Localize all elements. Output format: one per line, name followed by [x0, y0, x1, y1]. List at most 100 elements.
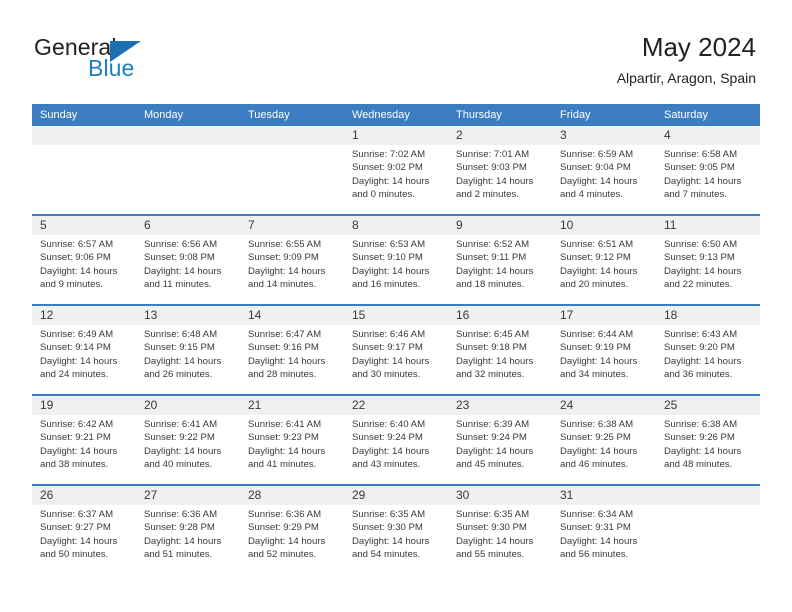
daylight-duration-line1: Daylight: 14 hours: [560, 535, 638, 547]
calendar-day-cell[interactable]: 11 Sunrise: 6:50 AM Sunset: 9:13 PM Dayligh…: [656, 214, 760, 305]
calendar-day-cell[interactable]: 10 Sunrise: 6:51 AM Sunset: 9:12 PM Dayligh…: [552, 214, 656, 305]
daylight-duration-line1: Daylight: 14 hours: [352, 175, 430, 187]
day-cell-inner: [656, 486, 760, 574]
day-cell-inner: 4 Sunrise: 6:58 AM Sunset: 9:05 PM Daylight…: [656, 126, 760, 214]
day-cell-inner: 2 Sunrise: 7:01 AM Sunset: 9:03 PM Daylight…: [448, 126, 552, 214]
sunrise-time: Sunrise: 6:36 AM: [248, 509, 322, 520]
sunrise-time: Sunrise: 6:34 AM: [560, 509, 634, 520]
calendar-day-cell[interactable]: 14 Sunrise: 6:47 AM Sunset: 9:16 PM Dayligh…: [240, 304, 344, 395]
calendar-day-cell[interactable]: 17 Sunrise: 6:44 AM Sunset: 9:19 PM Dayligh…: [552, 304, 656, 395]
daylight-duration-line2: and 55 minutes.: [456, 549, 525, 561]
day-number: 13: [144, 308, 158, 322]
sunset-time: Sunset: 9:25 PM: [560, 432, 631, 444]
day-sun-info: Sunrise: 6:52 AM Sunset: 9:11 PM Daylight:…: [456, 238, 548, 292]
general-blue-logo[interactable]: General Blue: [34, 34, 204, 86]
sunrise-time: Sunrise: 6:46 AM: [352, 329, 426, 340]
day-sun-info: Sunrise: 7:02 AM Sunset: 9:02 PM Daylight:…: [352, 148, 444, 202]
calendar-day-cell[interactable]: 30 Sunrise: 6:35 AM Sunset: 9:30 PM Dayligh…: [448, 484, 552, 574]
day-number: 19: [40, 398, 54, 412]
sunset-time: Sunset: 9:28 PM: [144, 522, 215, 534]
daylight-duration-line1: Daylight: 14 hours: [40, 355, 118, 367]
day-number-band: [240, 216, 344, 235]
calendar-day-cell[interactable]: 20 Sunrise: 6:41 AM Sunset: 9:22 PM Dayligh…: [136, 394, 240, 485]
calendar-day-cell[interactable]: 23 Sunrise: 6:39 AM Sunset: 9:24 PM Dayligh…: [448, 394, 552, 485]
day-sun-info: Sunrise: 6:36 AM Sunset: 9:29 PM Daylight:…: [248, 508, 340, 562]
sunset-time: Sunset: 9:04 PM: [560, 162, 631, 174]
sunset-time: Sunset: 9:12 PM: [560, 252, 631, 264]
calendar-page: General Blue May 2024 Alpartir, Aragon, …: [0, 0, 792, 612]
calendar-day-cell[interactable]: 5 Sunrise: 6:57 AM Sunset: 9:06 PM Daylight…: [32, 214, 136, 305]
calendar-day-cell[interactable]: 15 Sunrise: 6:46 AM Sunset: 9:17 PM Dayligh…: [344, 304, 448, 395]
location-subtitle: Alpartir, Aragon, Spain: [616, 70, 756, 86]
day-number: 20: [144, 398, 158, 412]
daylight-duration-line1: Daylight: 14 hours: [352, 445, 430, 457]
calendar-day-cell[interactable]: 9 Sunrise: 6:52 AM Sunset: 9:11 PM Daylight…: [448, 214, 552, 305]
calendar-day-cell[interactable]: 12 Sunrise: 6:49 AM Sunset: 9:14 PM Dayligh…: [32, 304, 136, 395]
calendar-day-cell[interactable]: 27 Sunrise: 6:36 AM Sunset: 9:28 PM Dayligh…: [136, 484, 240, 574]
day-sun-info: Sunrise: 6:36 AM Sunset: 9:28 PM Daylight:…: [144, 508, 236, 562]
day-sun-info: Sunrise: 6:48 AM Sunset: 9:15 PM Daylight:…: [144, 328, 236, 382]
calendar-day-cell[interactable]: 18 Sunrise: 6:43 AM Sunset: 9:20 PM Dayligh…: [656, 304, 760, 395]
daylight-duration-line2: and 4 minutes.: [560, 189, 623, 201]
calendar-day-cell[interactable]: 22 Sunrise: 6:40 AM Sunset: 9:24 PM Dayligh…: [344, 394, 448, 485]
daylight-duration-line2: and 26 minutes.: [144, 369, 213, 381]
daylight-duration-line1: Daylight: 14 hours: [144, 355, 222, 367]
calendar-day-cell-empty: [32, 126, 136, 215]
sunrise-time: Sunrise: 7:01 AM: [456, 149, 530, 160]
calendar-day-cell[interactable]: 13 Sunrise: 6:48 AM Sunset: 9:15 PM Dayligh…: [136, 304, 240, 395]
calendar-day-cell[interactable]: 6 Sunrise: 6:56 AM Sunset: 9:08 PM Daylight…: [136, 214, 240, 305]
day-number: 30: [456, 488, 470, 502]
day-cell-inner: 24 Sunrise: 6:38 AM Sunset: 9:25 PM Dayligh…: [552, 396, 656, 484]
sunset-time: Sunset: 9:09 PM: [248, 252, 319, 264]
calendar-day-cell[interactable]: 3 Sunrise: 6:59 AM Sunset: 9:04 PM Daylight…: [552, 126, 656, 215]
daylight-duration-line2: and 48 minutes.: [664, 459, 733, 471]
day-sun-info: Sunrise: 6:58 AM Sunset: 9:05 PM Daylight:…: [664, 148, 756, 202]
day-number: 22: [352, 398, 366, 412]
day-cell-inner: 23 Sunrise: 6:39 AM Sunset: 9:24 PM Dayligh…: [448, 396, 552, 484]
day-cell-inner: 22 Sunrise: 6:40 AM Sunset: 9:24 PM Dayligh…: [344, 396, 448, 484]
sunrise-time: Sunrise: 6:43 AM: [664, 329, 738, 340]
day-number: 17: [560, 308, 574, 322]
calendar-day-cell[interactable]: 2 Sunrise: 7:01 AM Sunset: 9:03 PM Daylight…: [448, 126, 552, 215]
day-sun-info: Sunrise: 6:38 AM Sunset: 9:25 PM Daylight:…: [560, 418, 652, 472]
calendar-day-cell[interactable]: 26 Sunrise: 6:37 AM Sunset: 9:27 PM Dayligh…: [32, 484, 136, 574]
calendar-day-cell[interactable]: 7 Sunrise: 6:55 AM Sunset: 9:09 PM Daylight…: [240, 214, 344, 305]
day-cell-inner: 26 Sunrise: 6:37 AM Sunset: 9:27 PM Dayligh…: [32, 486, 136, 574]
sunrise-time: Sunrise: 6:51 AM: [560, 239, 634, 250]
daylight-duration-line2: and 45 minutes.: [456, 459, 525, 471]
calendar-week-row: 19 Sunrise: 6:42 AM Sunset: 9:21 PM Dayligh…: [32, 394, 760, 485]
day-cell-inner: 18 Sunrise: 6:43 AM Sunset: 9:20 PM Dayligh…: [656, 306, 760, 394]
calendar-day-cell-empty: [136, 126, 240, 215]
calendar-day-cell[interactable]: 25 Sunrise: 6:38 AM Sunset: 9:26 PM Dayligh…: [656, 394, 760, 485]
daylight-duration-line2: and 24 minutes.: [40, 369, 109, 381]
calendar-day-cell[interactable]: 28 Sunrise: 6:36 AM Sunset: 9:29 PM Dayligh…: [240, 484, 344, 574]
day-cell-inner: 29 Sunrise: 6:35 AM Sunset: 9:30 PM Dayligh…: [344, 486, 448, 574]
day-number: 15: [352, 308, 366, 322]
calendar-week-row: 5 Sunrise: 6:57 AM Sunset: 9:06 PM Daylight…: [32, 214, 760, 305]
daylight-duration-line2: and 36 minutes.: [664, 369, 733, 381]
daylight-duration-line1: Daylight: 14 hours: [352, 535, 430, 547]
day-sun-info: Sunrise: 6:46 AM Sunset: 9:17 PM Daylight:…: [352, 328, 444, 382]
calendar-day-cell[interactable]: 8 Sunrise: 6:53 AM Sunset: 9:10 PM Daylight…: [344, 214, 448, 305]
calendar-day-cell[interactable]: 21 Sunrise: 6:41 AM Sunset: 9:23 PM Dayligh…: [240, 394, 344, 485]
day-cell-inner: 25 Sunrise: 6:38 AM Sunset: 9:26 PM Dayligh…: [656, 396, 760, 484]
sunrise-time: Sunrise: 6:48 AM: [144, 329, 218, 340]
day-sun-info: Sunrise: 6:40 AM Sunset: 9:24 PM Daylight:…: [352, 418, 444, 472]
sunset-time: Sunset: 9:10 PM: [352, 252, 423, 264]
calendar-day-cell[interactable]: 1 Sunrise: 7:02 AM Sunset: 9:02 PM Daylight…: [344, 126, 448, 215]
day-number: 28: [248, 488, 262, 502]
day-cell-inner: 5 Sunrise: 6:57 AM Sunset: 9:06 PM Daylight…: [32, 216, 136, 304]
calendar-day-cell[interactable]: 16 Sunrise: 6:45 AM Sunset: 9:18 PM Dayligh…: [448, 304, 552, 395]
calendar-day-cell[interactable]: 19 Sunrise: 6:42 AM Sunset: 9:21 PM Dayligh…: [32, 394, 136, 485]
daylight-duration-line1: Daylight: 14 hours: [664, 445, 742, 457]
daylight-duration-line2: and 52 minutes.: [248, 549, 317, 561]
day-number-band: [552, 126, 656, 145]
calendar-day-cell[interactable]: 4 Sunrise: 6:58 AM Sunset: 9:05 PM Daylight…: [656, 126, 760, 215]
sunrise-time: Sunrise: 6:49 AM: [40, 329, 114, 340]
weekday-header-thursday: Thursday: [448, 104, 552, 126]
calendar-day-cell[interactable]: 24 Sunrise: 6:38 AM Sunset: 9:25 PM Dayligh…: [552, 394, 656, 485]
daylight-duration-line2: and 2 minutes.: [456, 189, 519, 201]
calendar-day-cell[interactable]: 31 Sunrise: 6:34 AM Sunset: 9:31 PM Dayligh…: [552, 484, 656, 574]
calendar-day-cell[interactable]: 29 Sunrise: 6:35 AM Sunset: 9:30 PM Dayligh…: [344, 484, 448, 574]
sunrise-time: Sunrise: 6:41 AM: [144, 419, 218, 430]
